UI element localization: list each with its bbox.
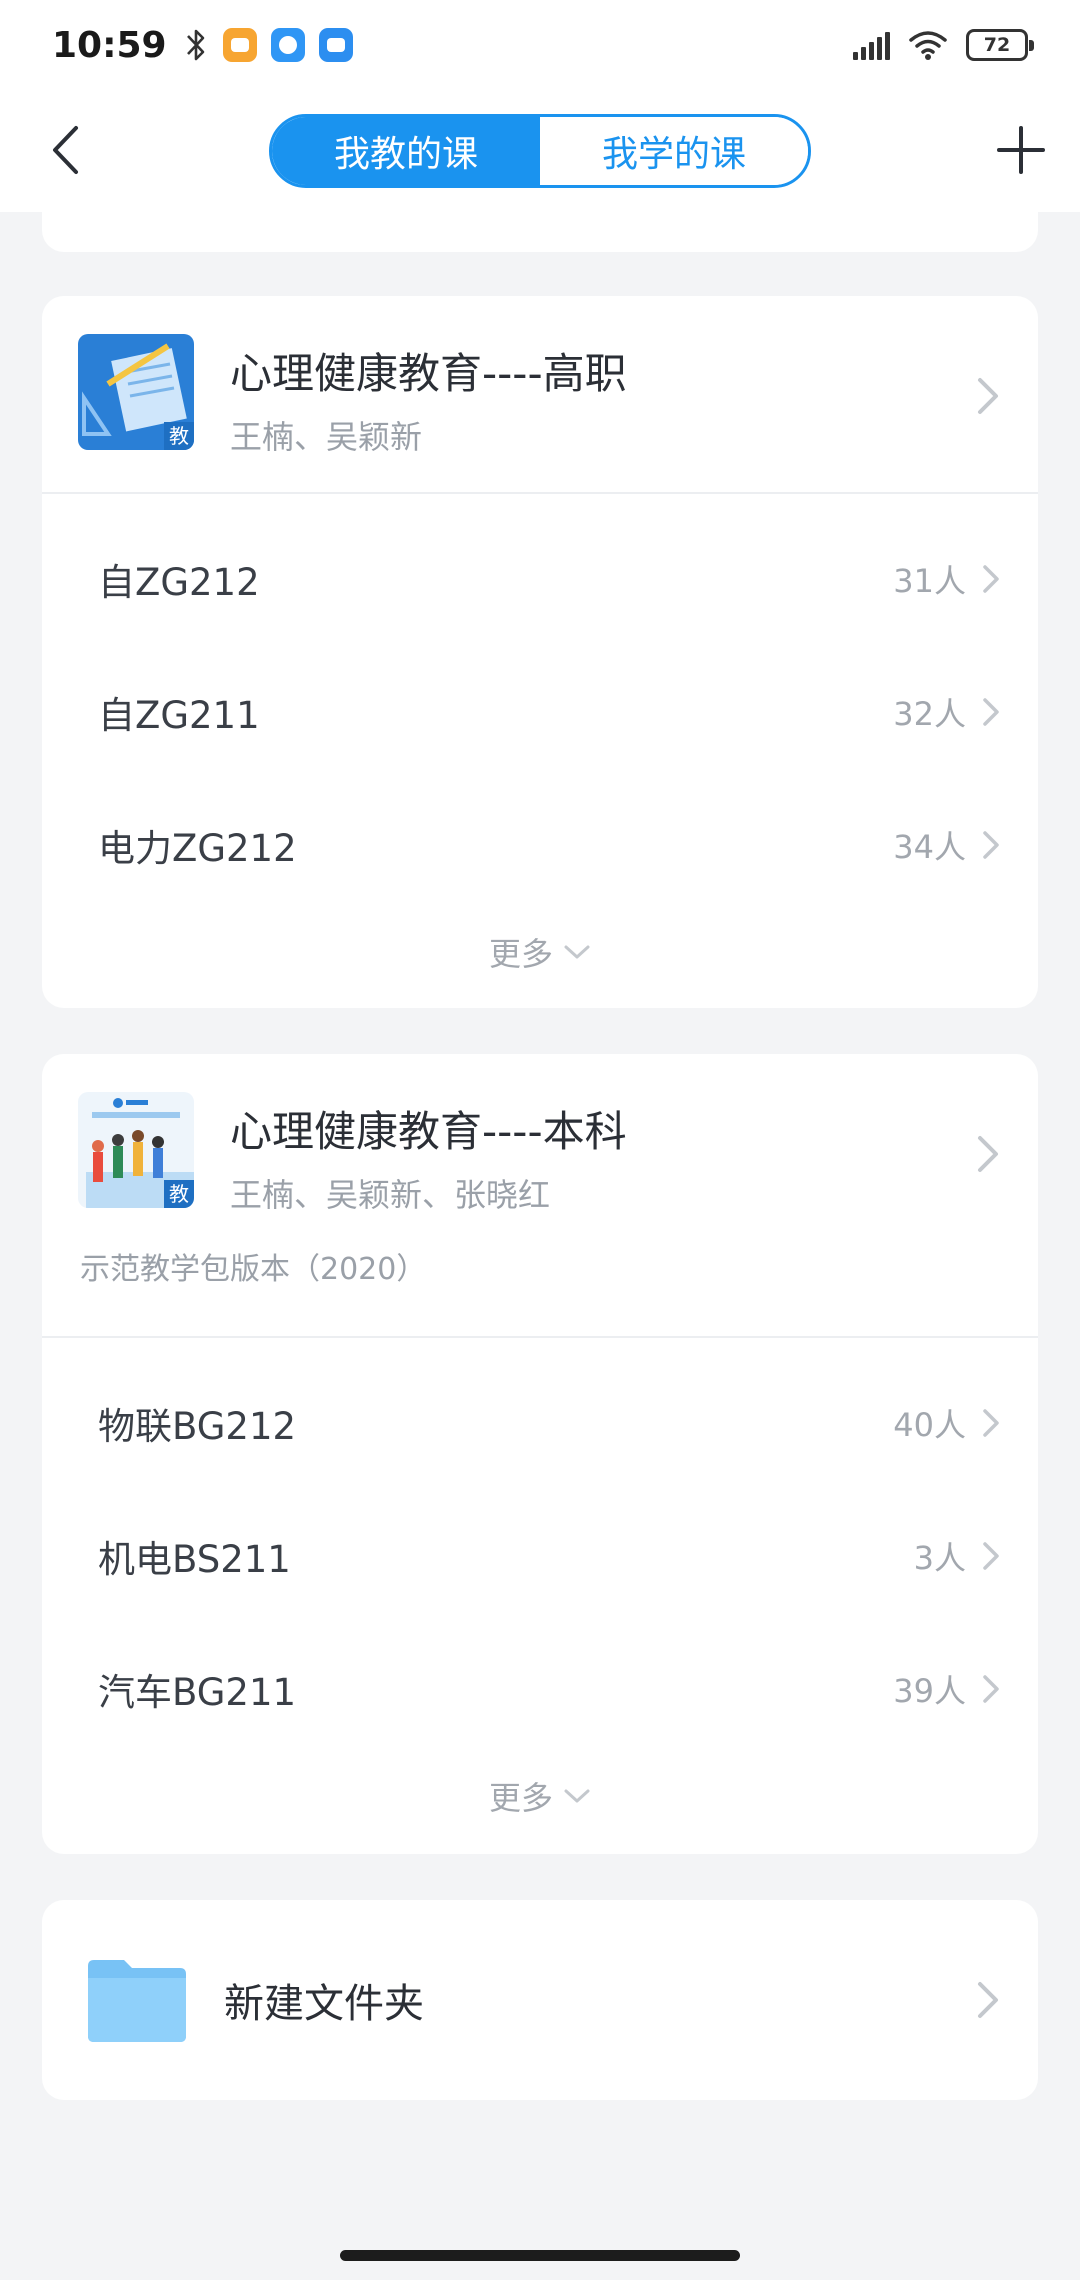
add-button[interactable] — [986, 115, 1056, 185]
class-name: 物联BG212 — [98, 1405, 297, 1448]
class-student-count: 31人 — [893, 562, 966, 600]
class-student-count: 39人 — [893, 1672, 966, 1710]
course-cover-image: 教 — [78, 334, 194, 450]
plus-icon — [997, 126, 1045, 174]
chevron-right-icon — [983, 1409, 999, 1437]
chevron-right-icon — [978, 378, 998, 414]
course-title: 心理健康教育----高职 — [230, 349, 627, 398]
svg-text:教: 教 — [169, 1182, 189, 1206]
class-name: 汽车BG211 — [98, 1671, 297, 1714]
bluetooth-icon — [186, 29, 204, 61]
class-student-count: 3人 — [913, 1539, 966, 1577]
course-header[interactable]: 教 心理健康教育----本科 王楠、吴颖新、张晓红 示范教学包版本（2020） — [42, 1054, 1038, 1336]
class-row[interactable]: 电力ZG212 34人 — [42, 790, 1038, 900]
class-row[interactable]: 自ZG211 32人 — [42, 657, 1038, 767]
course-header[interactable]: 教 心理健康教育----高职 王楠、吴颖新 — [42, 296, 1038, 492]
divider — [42, 492, 1038, 494]
class-row[interactable]: 汽车BG211 39人 — [42, 1634, 1038, 1744]
new-folder-card[interactable]: 新建文件夹 — [42, 1900, 1038, 2100]
chevron-right-icon — [983, 698, 999, 726]
chevron-right-icon — [983, 831, 999, 859]
more-label: 更多 — [488, 1779, 553, 1817]
chevron-right-icon — [978, 1982, 998, 2018]
tab-learning-courses[interactable]: 我学的课 — [540, 117, 808, 185]
divider — [42, 1336, 1038, 1338]
chevron-left-icon — [53, 126, 78, 174]
course-card: 教 心理健康教育----高职 王楠、吴颖新 自ZG212 31人 自ZG211 … — [42, 296, 1038, 1008]
course-teachers: 王楠、吴颖新、张晓红 — [230, 1176, 551, 1214]
class-name: 自ZG211 — [98, 694, 260, 737]
notification-icons — [183, 26, 353, 64]
svg-text:教: 教 — [169, 424, 189, 448]
chat-app-icon — [222, 28, 257, 62]
chevron-right-icon — [983, 1675, 999, 1703]
wifi-icon — [909, 31, 947, 60]
folder-icon — [88, 1960, 186, 2042]
chevron-down-icon — [564, 1789, 590, 1803]
chevron-right-icon — [983, 1542, 999, 1570]
cloud-app-icon — [318, 28, 353, 62]
previous-card-edge — [42, 190, 1038, 252]
class-row[interactable]: 物联BG212 40人 — [42, 1368, 1038, 1478]
new-folder-label: 新建文件夹 — [224, 1981, 424, 2027]
course-title: 心理健康教育----本科 — [230, 1107, 627, 1156]
course-version-note: 示范教学包版本（2020） — [80, 1252, 427, 1287]
chevron-down-icon — [564, 945, 590, 959]
battery-level: 72 — [983, 34, 1011, 56]
home-indicator[interactable] — [340, 2250, 740, 2261]
class-student-count: 34人 — [893, 828, 966, 866]
battery-icon: 72 — [966, 29, 1034, 61]
class-name: 机电BS211 — [98, 1538, 291, 1581]
message-app-icon — [270, 28, 305, 62]
more-label: 更多 — [488, 935, 553, 973]
more-button[interactable]: 更多 — [42, 922, 1038, 982]
class-name: 自ZG212 — [98, 561, 260, 604]
chevron-right-icon — [983, 565, 999, 593]
signal-icon — [853, 30, 890, 60]
class-row[interactable]: 自ZG212 31人 — [42, 524, 1038, 634]
system-icons: 72 — [853, 29, 1034, 61]
new-folder-row[interactable]: 新建文件夹 — [42, 1900, 1038, 2100]
class-student-count: 40人 — [893, 1406, 966, 1444]
status-time: 10:59 — [52, 24, 167, 66]
back-button[interactable] — [30, 115, 100, 185]
more-button[interactable]: 更多 — [42, 1766, 1038, 1826]
class-row[interactable]: 机电BS211 3人 — [42, 1501, 1038, 1611]
tab-teaching-courses[interactable]: 我教的课 — [272, 117, 540, 185]
chevron-right-icon — [978, 1136, 998, 1172]
class-name: 电力ZG212 — [98, 827, 297, 870]
course-card: 教 心理健康教育----本科 王楠、吴颖新、张晓红 示范教学包版本（2020） … — [42, 1054, 1038, 1854]
course-teachers: 王楠、吴颖新 — [230, 418, 423, 456]
course-cover-image: 教 — [78, 1092, 194, 1208]
status-bar: 10:59 72 — [0, 0, 1080, 90]
course-tab-switch: 我教的课 我学的课 — [269, 114, 811, 188]
class-student-count: 32人 — [893, 695, 966, 733]
